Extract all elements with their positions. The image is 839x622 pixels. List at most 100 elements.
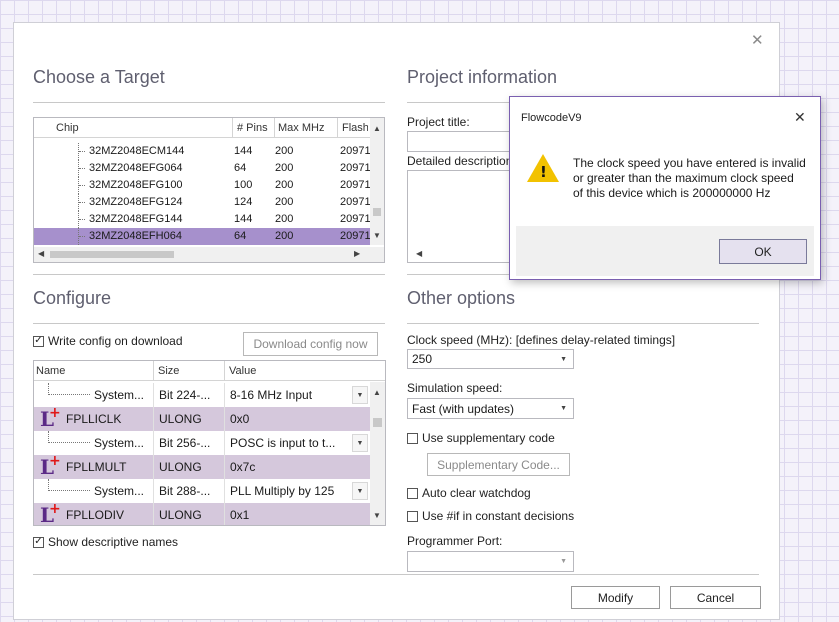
chip-list[interactable]: Chip # Pins Max MHz Flash 32MZ2048ECM144… bbox=[33, 117, 385, 263]
config-setting-row[interactable]: System... Bit 288-... PLL Multiply by 125 ▼ bbox=[34, 479, 370, 503]
scroll-left-icon[interactable]: ◀ bbox=[38, 250, 44, 258]
tree-connector bbox=[48, 383, 90, 395]
watchdog-checkbox[interactable] bbox=[407, 487, 418, 499]
message-line-2: or greater than the maximum clock speed bbox=[573, 171, 794, 185]
target-bottom-rule bbox=[33, 274, 385, 275]
column-header-max-mhz[interactable]: Max MHz bbox=[278, 122, 334, 134]
column-header-name[interactable]: Name bbox=[36, 365, 146, 377]
chip-row[interactable]: 32MZ2048EFG064 64 200 20971 bbox=[34, 160, 372, 177]
config-scroll-down-icon[interactable]: ▼ bbox=[373, 512, 381, 520]
sim-speed-combo[interactable]: Fast (with updates) ▼ bbox=[407, 398, 574, 419]
modify-button[interactable]: Modify bbox=[571, 586, 660, 609]
supplementary-code-button[interactable]: Supplementary Code... bbox=[427, 453, 570, 476]
chip-row[interactable]: 32MZ2048EFG100 100 200 20971 bbox=[34, 177, 372, 194]
chip-pins: 64 bbox=[234, 162, 247, 174]
chip-row[interactable]: 32MZ2048EFG124 124 200 20971 bbox=[34, 194, 372, 211]
clock-speed-combo[interactable]: 250 ▼ bbox=[407, 349, 574, 369]
clock-speed-message-box: FlowcodeV9 ✕ ! The clock speed you have … bbox=[509, 96, 821, 280]
column-header-flash[interactable]: Flash bbox=[342, 122, 368, 134]
chip-max-mhz: 200 bbox=[275, 196, 294, 208]
config-vscroll-thumb[interactable] bbox=[373, 418, 382, 427]
tree-connector bbox=[48, 431, 90, 443]
show-names-checkbox[interactable]: ✓ bbox=[33, 536, 44, 548]
show-names-option[interactable]: ✓ Show descriptive names bbox=[33, 535, 178, 549]
clock-speed-value[interactable]: 250 bbox=[412, 352, 432, 366]
config-group-row[interactable]: L + FPLLODIV ULONG 0x1 bbox=[34, 501, 370, 525]
supp-code-checkbox[interactable] bbox=[407, 432, 418, 444]
config-value: 0x0 bbox=[230, 412, 250, 426]
vscroll-thumb[interactable] bbox=[373, 208, 381, 216]
config-group-row[interactable]: L + FPLLICLK ULONG 0x0 bbox=[34, 405, 370, 431]
chip-max-mhz: 200 bbox=[275, 145, 294, 157]
chip-max-mhz: 200 bbox=[275, 162, 294, 174]
ifdef-option[interactable]: Use #if in constant decisions bbox=[407, 509, 574, 523]
column-header-size[interactable]: Size bbox=[158, 365, 218, 377]
tree-connector bbox=[78, 160, 86, 177]
chip-name: 32MZ2048EFH064 bbox=[89, 230, 182, 242]
chip-row-selected[interactable]: 32MZ2048EFH064 64 200 20971 bbox=[34, 228, 372, 245]
column-header-pins[interactable]: # Pins bbox=[237, 122, 275, 134]
clock-dropdown-icon[interactable]: ▼ bbox=[560, 356, 567, 363]
tree-connector bbox=[78, 228, 86, 245]
ok-button[interactable]: OK bbox=[719, 239, 807, 264]
write-config-label: Write config on download bbox=[48, 334, 183, 348]
programmer-dropdown-icon[interactable]: ▼ bbox=[560, 558, 567, 565]
config-dropdown-icon[interactable]: ▼ bbox=[352, 482, 368, 500]
chip-max-mhz: 200 bbox=[275, 213, 294, 225]
write-config-option[interactable]: ✓ Write config on download bbox=[33, 334, 183, 348]
scroll-right-icon[interactable]: ▶ bbox=[354, 250, 360, 258]
chip-list-vscrollbar[interactable]: ▲ ▼ bbox=[370, 118, 384, 245]
supp-code-option[interactable]: Use supplementary code bbox=[407, 431, 555, 445]
sim-dropdown-icon[interactable]: ▼ bbox=[560, 405, 567, 412]
chip-list-hscrollbar[interactable]: ◀ ▶ bbox=[34, 247, 384, 262]
chip-pins: 144 bbox=[234, 145, 253, 157]
write-config-checkbox[interactable]: ✓ bbox=[33, 335, 44, 347]
scroll-up-icon[interactable]: ▲ bbox=[373, 125, 381, 133]
column-header-chip[interactable]: Chip bbox=[56, 122, 226, 134]
chip-name: 32MZ2048EFG100 bbox=[89, 179, 183, 191]
chip-row[interactable]: 32MZ2048ECM144 144 200 20971 bbox=[34, 143, 372, 160]
configure-title: Configure bbox=[33, 288, 112, 308]
config-group-row[interactable]: L + FPLLMULT ULONG 0x7c bbox=[34, 453, 370, 479]
chip-rows: 32MZ2048ECM144 144 200 20971 32MZ2048EFG064 6… bbox=[34, 143, 372, 245]
watchdog-option[interactable]: Auto clear watchdog bbox=[407, 486, 531, 500]
message-close-icon[interactable]: ✕ bbox=[794, 110, 806, 124]
tree-connector bbox=[78, 143, 86, 160]
message-line-1: The clock speed you have entered is inva… bbox=[573, 156, 806, 170]
project-title-label: Project title: bbox=[407, 115, 470, 129]
config-setting-row[interactable]: System... Bit 256-... POSC is input to t..… bbox=[34, 431, 370, 455]
config-value: POSC is input to t... bbox=[230, 436, 336, 450]
message-box-title: FlowcodeV9 bbox=[521, 112, 582, 124]
description-label: Detailed description: bbox=[407, 154, 516, 168]
config-scroll-up-icon[interactable]: ▲ bbox=[373, 389, 381, 397]
config-table[interactable]: Name Size Value System... Bit 224-... 8-16… bbox=[33, 360, 386, 526]
config-size: ULONG bbox=[159, 412, 202, 426]
cancel-button[interactable]: Cancel bbox=[670, 586, 761, 609]
config-dropdown-icon[interactable]: ▼ bbox=[352, 434, 368, 452]
config-value: 0x1 bbox=[230, 508, 250, 522]
chip-row[interactable]: 32MZ2048EFG144 144 200 20971 bbox=[34, 211, 372, 228]
chip-flash: 20971 bbox=[340, 230, 370, 242]
tree-connector bbox=[78, 194, 86, 211]
column-header-value[interactable]: Value bbox=[229, 365, 289, 377]
programmer-port-combo[interactable]: ▼ bbox=[407, 551, 574, 572]
description-scroll-left-icon[interactable]: ◀ bbox=[416, 250, 422, 258]
config-size: Bit 224-... bbox=[159, 388, 211, 402]
sim-speed-value: Fast (with updates) bbox=[412, 401, 515, 416]
chip-pins: 64 bbox=[234, 230, 247, 242]
chip-flash: 20971 bbox=[340, 179, 370, 191]
config-name: FPLLODIV bbox=[66, 508, 125, 522]
config-dropdown-icon[interactable]: ▼ bbox=[352, 386, 368, 404]
config-l-icon: L + bbox=[40, 405, 61, 431]
chip-pins: 100 bbox=[234, 179, 253, 191]
chip-name: 32MZ2048EFG124 bbox=[89, 196, 183, 208]
ifdef-checkbox[interactable] bbox=[407, 510, 418, 522]
config-vscrollbar[interactable]: ▲ ▼ bbox=[370, 382, 385, 525]
config-setting-row[interactable]: System... Bit 224-... 8-16 MHz Input ▼ bbox=[34, 383, 370, 407]
tree-connector bbox=[48, 479, 90, 491]
hscroll-thumb[interactable] bbox=[50, 251, 174, 258]
download-config-button[interactable]: Download config now bbox=[243, 332, 378, 356]
chip-max-mhz: 200 bbox=[275, 230, 294, 242]
scroll-down-icon[interactable]: ▼ bbox=[373, 232, 381, 240]
dialog-close-icon[interactable]: ✕ bbox=[751, 33, 764, 48]
